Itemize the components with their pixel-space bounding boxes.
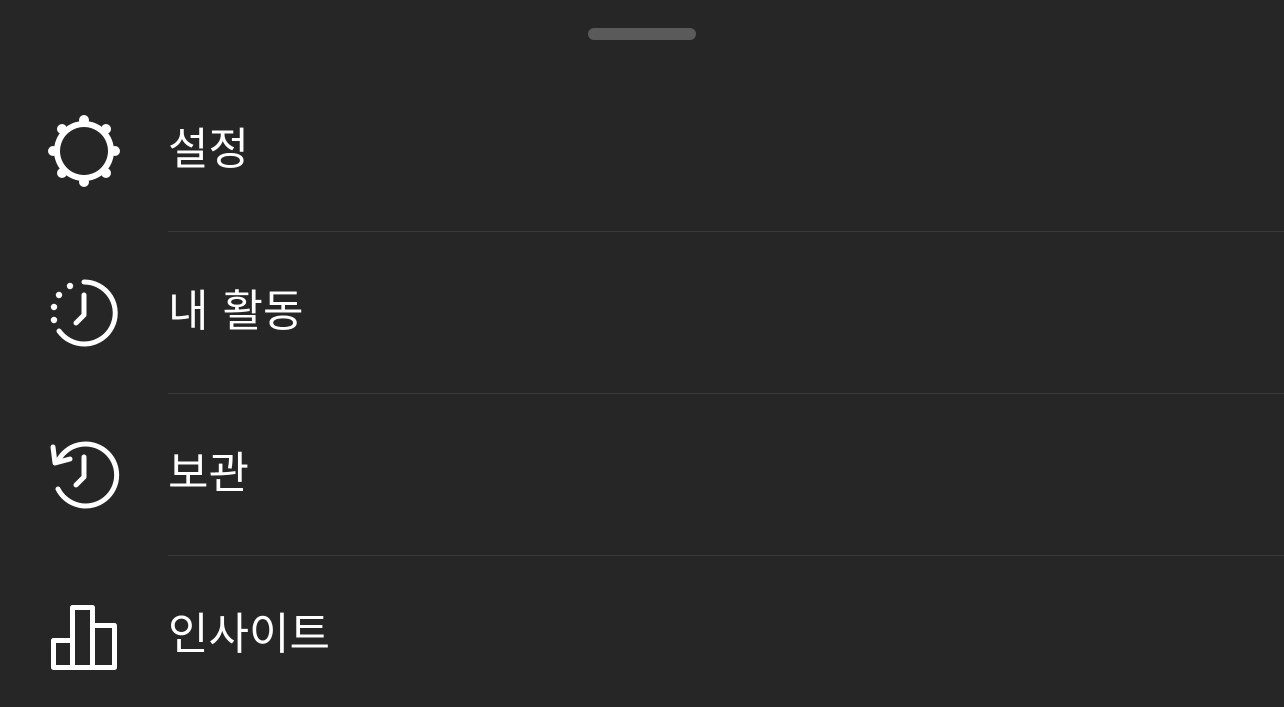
menu-item-activity[interactable]: 내 활동 [0, 232, 1284, 394]
grab-handle[interactable] [588, 28, 696, 40]
menu-item-archive[interactable]: 보관 [0, 394, 1284, 556]
menu-item-label: 보관 [168, 448, 249, 499]
bottom-sheet-menu: 설정 내 활동 보관 인사이트 [0, 0, 1284, 707]
menu-item-settings[interactable]: 설정 [0, 69, 1284, 231]
menu-item-label: 인사이트 [168, 609, 330, 660]
gear-icon [48, 115, 120, 187]
menu-item-label: 설정 [168, 124, 249, 175]
bar-chart-icon [48, 602, 120, 674]
archive-history-icon [48, 439, 120, 511]
activity-clock-icon [48, 277, 120, 349]
menu-item-insights[interactable]: 인사이트 [0, 556, 1284, 707]
menu-item-label: 내 활동 [168, 286, 304, 337]
